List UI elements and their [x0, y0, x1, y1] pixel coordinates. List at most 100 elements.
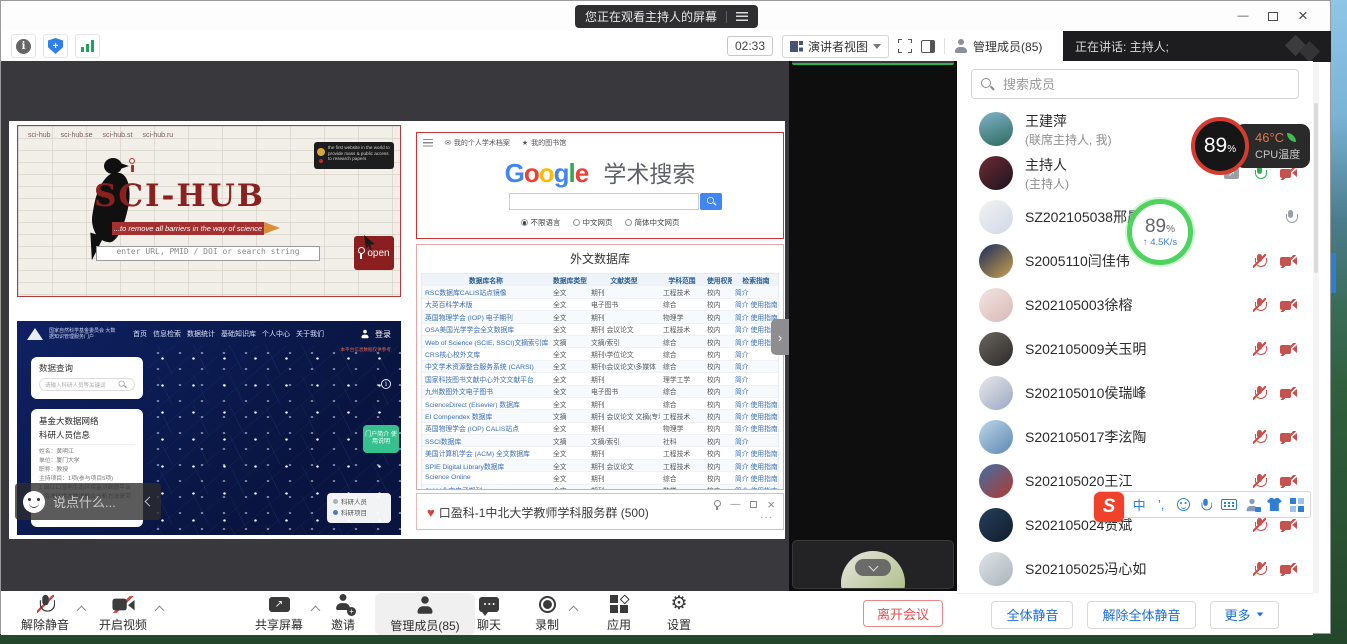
- maximize-button[interactable]: [1258, 4, 1288, 28]
- side-panel-toggle-icon[interactable]: [921, 40, 935, 53]
- ime-language-mode[interactable]: 中: [1132, 496, 1146, 514]
- camera-off-icon[interactable]: [1280, 387, 1297, 400]
- apps-button[interactable]: 应用: [589, 595, 649, 633]
- key-icon: [358, 247, 364, 259]
- ime-skin-icon[interactable]: [1267, 496, 1282, 514]
- ime-keyboard-icon[interactable]: [1221, 496, 1237, 514]
- view-mode-dropdown[interactable]: 演讲者视图: [782, 35, 889, 58]
- quick-chat-bar[interactable]: 说点什么...: [15, 483, 161, 520]
- mic-icon[interactable]: [1253, 474, 1266, 488]
- camera-off-icon[interactable]: [1280, 431, 1297, 444]
- language-radio: 不限语言: [521, 217, 561, 228]
- search-box[interactable]: [971, 69, 1299, 99]
- camera-off-icon[interactable]: [1280, 563, 1297, 576]
- mic-icon[interactable]: [1253, 254, 1266, 268]
- minimize-button[interactable]: [1228, 4, 1258, 28]
- portal-nav-item: 数据统计: [187, 329, 215, 339]
- mic-icon[interactable]: [1253, 430, 1266, 444]
- scihub-open-button: open: [354, 236, 394, 270]
- mic-icon[interactable]: [1253, 386, 1266, 400]
- video-options-chevron[interactable]: [156, 601, 163, 619]
- meeting-window: 您正在观看主持人的屏幕 i + 02:33 演讲者视图: [0, 0, 1331, 634]
- fullscreen-icon[interactable]: [898, 39, 912, 53]
- menu-icon[interactable]: [736, 12, 748, 21]
- scihub-award-badge: the first website in the world to provid…: [314, 142, 394, 169]
- meeting-info-button[interactable]: i: [11, 34, 36, 58]
- leave-meeting-button[interactable]: 离开会议: [863, 600, 943, 627]
- participant-row[interactable]: S202105025冯心如: [957, 547, 1313, 591]
- participant-row[interactable]: S202105003徐榕: [957, 283, 1313, 327]
- cpu-usage-ring: 89%: [1191, 117, 1249, 175]
- scholar-logo-suffix: 学术搜索: [603, 161, 695, 187]
- invite-button[interactable]: 邀请: [313, 595, 373, 633]
- network-status-button[interactable]: [75, 34, 100, 58]
- ime-toolbox-icon[interactable]: [1290, 496, 1304, 514]
- manage-members-header[interactable]: 管理成员(85): [954, 38, 1042, 55]
- desktop: 您正在观看主持人的屏幕 i + 02:33 演讲者视图: [0, 0, 1347, 644]
- participant-row[interactable]: S202105009关玉明: [957, 327, 1313, 371]
- database-table-page: 外文数据库 数据库名称 数据库类型 文献类型 学科范围 使用权限 检索指南: [416, 244, 784, 490]
- sogou-logo-icon[interactable]: S: [1094, 492, 1124, 522]
- search-icon: [119, 381, 127, 389]
- participant-role: (主持人): [1025, 175, 1212, 192]
- search-input[interactable]: [1001, 76, 1289, 93]
- screen-share-icon: [269, 597, 290, 612]
- db-table-row: 英国物理学会 (IOP) CALIS站点 全文 期刊 物理学 校内 简介 使用指…: [422, 423, 778, 435]
- ime-account-icon[interactable]: [1245, 496, 1259, 514]
- video-tile-partial[interactable]: [792, 540, 954, 589]
- portal-info-line: 职称：教授: [39, 466, 135, 475]
- scholar-search-input: [509, 193, 699, 210]
- db-table-title: 外文数据库: [417, 250, 783, 267]
- participants-footer: 全体静音 解除全体静音 更多: [957, 593, 1313, 635]
- avatar: [979, 552, 1013, 586]
- radio-icon: [625, 219, 632, 226]
- scroll-down-button[interactable]: [855, 559, 891, 576]
- start-video-button[interactable]: 开启视频: [81, 595, 165, 633]
- camera-off-icon[interactable]: [1280, 475, 1297, 488]
- participant-row[interactable]: S202105017李泫陶: [957, 415, 1313, 459]
- participant-name: S202105025冯心如: [1025, 559, 1241, 579]
- mic-icon[interactable]: [1253, 342, 1266, 356]
- person-icon: [954, 39, 968, 53]
- video-tile[interactable]: SZ202105030徐勇: [792, 61, 954, 63]
- mic-muted-icon: [37, 595, 54, 613]
- db-table-row: Science Online 全文 期刊 综合 校内 简介 使用指南: [422, 472, 778, 484]
- chat-input-placeholder[interactable]: 说点什么...: [53, 492, 129, 511]
- mic-icon[interactable]: [1253, 298, 1266, 312]
- ime-punctuation-icon[interactable]: ’,: [1154, 496, 1168, 514]
- collapse-chat-icon[interactable]: [145, 497, 155, 507]
- camera-off-icon[interactable]: [1280, 519, 1297, 532]
- participants-scrollbar[interactable]: [1313, 63, 1319, 593]
- health-protect-button[interactable]: +: [43, 34, 68, 58]
- unmute-button[interactable]: 解除静音: [3, 595, 87, 633]
- record-options-chevron[interactable]: [570, 601, 577, 619]
- thumbnails-collapse-handle[interactable]: ›: [771, 319, 789, 355]
- camera-off-icon[interactable]: [1280, 299, 1297, 312]
- camera-off-icon[interactable]: [1280, 343, 1297, 356]
- mic-icon[interactable]: [1253, 518, 1266, 532]
- camera-off-icon[interactable]: [1280, 255, 1297, 268]
- record-button[interactable]: 录制: [515, 595, 579, 633]
- participant-row[interactable]: S202105010侯瑞峰: [957, 371, 1313, 415]
- ime-voice-icon[interactable]: [1199, 496, 1213, 514]
- watching-banner-text: 您正在观看主持人的屏幕: [585, 8, 717, 25]
- camera-off-icon: [112, 596, 134, 613]
- chevron-down-icon: [873, 44, 881, 49]
- ime-emoji-icon[interactable]: [1176, 496, 1190, 514]
- mic-icon[interactable]: [1253, 562, 1266, 576]
- db-table-row: EI Compendex 数据库 文摘 期刊 会议论文 文摘(专利) 工程技术 …: [422, 410, 778, 422]
- emoji-icon[interactable]: [23, 491, 45, 513]
- mute-all-button[interactable]: 全体静音: [991, 601, 1073, 629]
- share-screen-button[interactable]: 共享屏幕: [237, 595, 321, 633]
- chat-button[interactable]: 聊天: [459, 595, 519, 633]
- mic-icon[interactable]: [1284, 210, 1297, 224]
- unmute-all-button[interactable]: 解除全体静音: [1087, 601, 1195, 629]
- avatar: [979, 508, 1013, 542]
- db-table-row: 大英百科学术版 全文 电子图书 综合 校内 简介 使用指南: [422, 299, 778, 311]
- settings-button[interactable]: ⚙ 设置: [649, 595, 709, 633]
- portal-nav-item: 关于我们: [296, 329, 324, 339]
- more-button[interactable]: 更多: [1210, 601, 1279, 629]
- close-button[interactable]: [1288, 4, 1318, 28]
- portal-nav: 首页信息检索数据统计基础知识库个人中心关于我们: [133, 329, 324, 339]
- video-thumbnails-strip: 主持人的屏幕共享 王建萍: [789, 61, 957, 591]
